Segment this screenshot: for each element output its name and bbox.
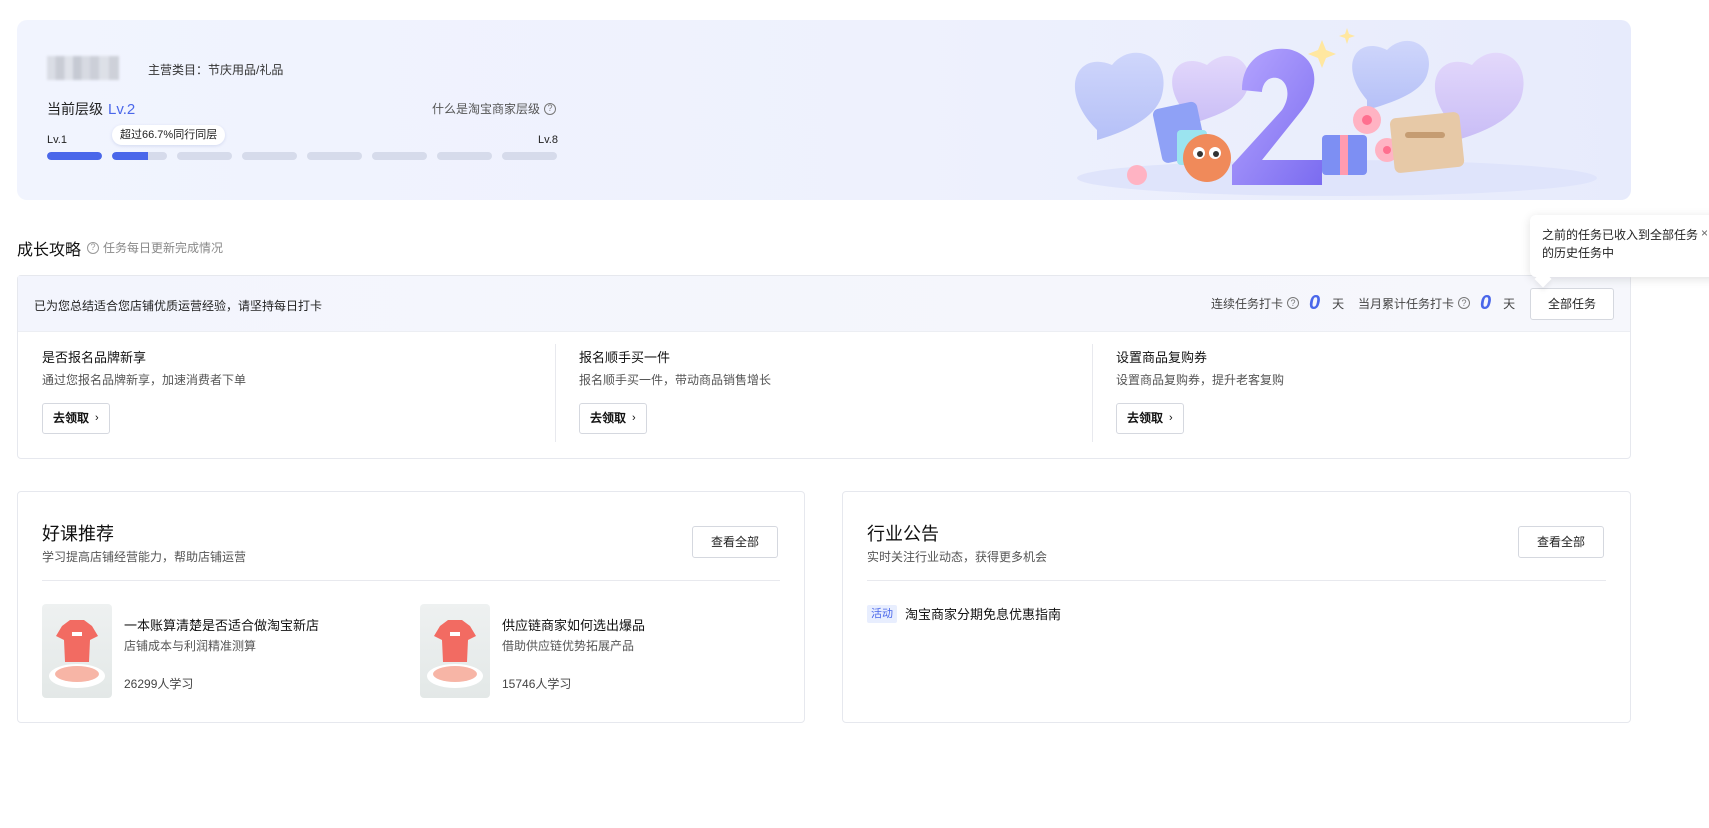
task-title: 设置商品复购券	[1116, 350, 1208, 365]
growth-strategy-subtitle: ? 任务每日更新完成情况	[87, 239, 223, 256]
level-progress-fill	[112, 152, 148, 160]
daily-tasks-card: 已为您总结适合您店铺优质运营经验，请坚持每日打卡 连续任务打卡 ? 0 天 当月…	[17, 275, 1631, 459]
chevron-right-icon: ›	[632, 412, 636, 424]
level-progress-segment	[177, 152, 232, 160]
exceed-peers-badge: 超过66.7%同行同层	[112, 125, 226, 145]
divider	[42, 580, 780, 581]
level-progress-segment	[112, 152, 167, 160]
panel-subtitle: 实时关注行业动态，获得更多机会	[867, 550, 1048, 564]
current-level-value: Lv.2	[108, 101, 136, 118]
task-title: 是否报名品牌新享	[42, 350, 147, 365]
chevron-right-icon: ›	[95, 412, 99, 424]
help-icon[interactable]: ?	[1287, 297, 1300, 309]
claim-button-label: 去领取	[53, 411, 90, 425]
claim-button-label: 去领取	[1127, 411, 1164, 425]
level-min-label: Lv.1	[47, 134, 67, 146]
help-icon[interactable]: ?	[544, 102, 557, 115]
help-icon[interactable]: ?	[1458, 297, 1471, 309]
task-item: 设置商品复购券 设置商品复购券，提升老客复购 去领取 ›	[1092, 332, 1629, 458]
course-item[interactable]: 供应链商家如何选出爆品 借助供应链优势拓展产品 15746人学习	[420, 604, 780, 700]
task-item: 报名顺手买一件 报名顺手买一件，带动商品销售增长 去领取 ›	[555, 332, 1092, 458]
main-category: 主营类目：节庆用品/礼品	[148, 63, 284, 77]
level-progress-fill	[47, 152, 102, 160]
course-title: 一本账算清楚是否适合做淘宝新店	[124, 618, 320, 633]
level-progress-segment	[372, 152, 427, 160]
level-max-label: Lv.8	[538, 134, 558, 146]
course-thumbnail	[42, 604, 112, 698]
level-progress-segment	[437, 152, 492, 160]
streak-value: 0	[1309, 292, 1321, 314]
level-progress-segment	[47, 152, 102, 160]
streak-label: 连续任务打卡	[1211, 296, 1284, 311]
view-all-courses-button[interactable]: 查看全部	[692, 526, 778, 558]
what-is-level-link[interactable]: 什么是淘宝商家层级 ?	[432, 100, 557, 117]
level-progress-segment	[242, 152, 297, 160]
level-2-illustration	[1074, 28, 1597, 196]
task-title: 报名顺手买一件	[579, 350, 671, 365]
history-tasks-tooltip: 之前的任务已收入到全部任务的历史任务中	[1530, 215, 1709, 277]
chevron-right-icon: ›	[1169, 412, 1173, 424]
level-progress-segment	[502, 152, 557, 160]
level-progress-bars	[47, 152, 557, 160]
task-card-header: 已为您总结适合您店铺优质运营经验，请坚持每日打卡 连续任务打卡 ? 0 天 当月…	[18, 276, 1630, 332]
task-desc: 设置商品复购券，提升老客复购	[1116, 373, 1285, 387]
announcement-title: 淘宝商家分期免息优惠指南	[905, 607, 1062, 622]
shop-name-blurred	[47, 56, 119, 80]
streak-checkin: 连续任务打卡 ? 0 天	[1211, 293, 1344, 313]
merchant-level-card: 主营类目：节庆用品/礼品 当前层级 Lv.2 什么是淘宝商家层级 ? Lv.1 …	[17, 20, 1631, 200]
claim-button[interactable]: 去领取 ›	[579, 403, 647, 434]
panel-title: 行业公告	[867, 524, 939, 544]
month-value: 0	[1480, 292, 1492, 314]
task-desc: 报名顺手买一件，带动商品销售增长	[579, 373, 772, 387]
all-tasks-button[interactable]: 全部任务	[1530, 288, 1614, 320]
current-level: 当前层级 Lv.2	[47, 99, 135, 119]
course-title: 供应链商家如何选出爆品	[502, 618, 646, 633]
course-recommend-panel: 好课推荐 学习提高店铺经营能力，帮助店铺运营 查看全部 一本账算清楚是否适合做淘…	[17, 491, 805, 723]
streak-unit: 天	[1332, 296, 1345, 311]
course-thumbnail	[420, 604, 490, 698]
month-label: 当月累计任务打卡	[1358, 296, 1455, 311]
growth-strategy-title: 成长攻略	[17, 242, 82, 259]
task-header-text: 已为您总结适合您店铺优质运营经验，请坚持每日打卡	[34, 299, 323, 313]
task-list: 是否报名品牌新享 通过您报名品牌新享，加速消费者下单 去领取 › 报名顺手买一件…	[18, 332, 1630, 458]
tshirt-icon	[427, 620, 483, 688]
view-all-announcements-button[interactable]: 查看全部	[1518, 526, 1604, 558]
panel-title: 好课推荐	[42, 524, 114, 544]
claim-button[interactable]: 去领取 ›	[42, 403, 110, 434]
help-icon[interactable]: ?	[87, 241, 99, 254]
claim-button[interactable]: 去领取 ›	[1116, 403, 1184, 434]
claim-button-label: 去领取	[590, 411, 627, 425]
course-desc: 店铺成本与利润精准测算	[124, 639, 257, 653]
tshirt-icon	[49, 620, 105, 688]
month-checkin: 当月累计任务打卡 ? 0 天	[1358, 293, 1515, 313]
course-learner-count: 26299人学习	[124, 677, 194, 691]
task-item: 是否报名品牌新享 通过您报名品牌新享，加速消费者下单 去领取 ›	[18, 332, 555, 458]
course-learner-count: 15746人学习	[502, 677, 572, 691]
announcement-tag: 活动	[867, 604, 897, 623]
industry-announcement-panel: 行业公告 实时关注行业动态，获得更多机会 查看全部 活动 淘宝商家分期免息优惠指…	[842, 491, 1631, 723]
course-desc: 借助供应链优势拓展产品	[502, 639, 635, 653]
divider	[867, 580, 1606, 581]
current-level-label: 当前层级	[47, 101, 103, 117]
course-item[interactable]: 一本账算清楚是否适合做淘宝新店 店铺成本与利润精准测算 26299人学习	[42, 604, 402, 700]
close-icon[interactable]: ×	[1701, 226, 1708, 240]
announcement-item[interactable]: 活动 淘宝商家分期免息优惠指南	[867, 604, 1061, 623]
growth-subtitle-text: 任务每日更新完成情况	[103, 241, 224, 255]
month-unit: 天	[1503, 296, 1516, 311]
task-desc: 通过您报名品牌新享，加速消费者下单	[42, 373, 247, 387]
panel-subtitle: 学习提高店铺经营能力，帮助店铺运营	[42, 550, 247, 564]
level-progress-segment	[307, 152, 362, 160]
what-is-level-text: 什么是淘宝商家层级	[432, 102, 541, 116]
